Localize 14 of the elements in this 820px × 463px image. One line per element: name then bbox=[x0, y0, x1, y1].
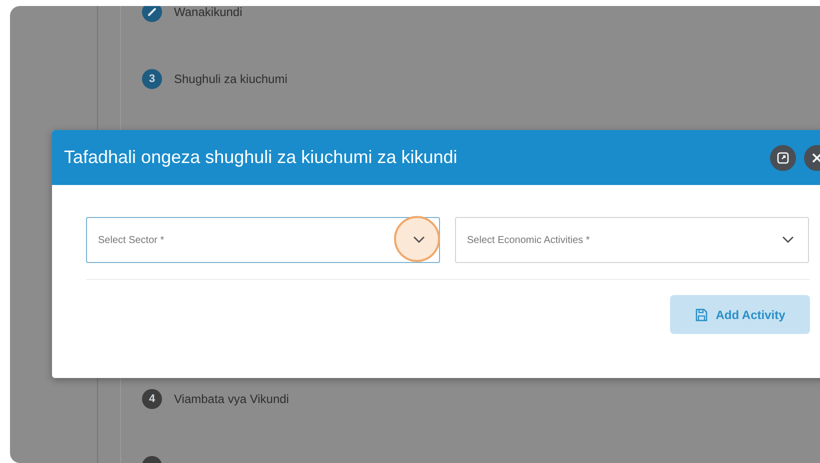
click-indicator bbox=[394, 216, 440, 262]
fullscreen-icon[interactable] bbox=[770, 144, 796, 170]
dialog-title: Tafadhali ongeza shughuli za kiuchumi za kikundi bbox=[64, 147, 458, 168]
step-number: 4 bbox=[142, 389, 162, 409]
add-activity-button[interactable]: Add Activity bbox=[670, 295, 810, 334]
select-field[interactable]: Select Economic Activities * bbox=[455, 217, 809, 263]
save-icon bbox=[694, 308, 708, 322]
step-label[interactable]: Viambata vya Vikundi bbox=[174, 392, 289, 406]
chevron-down-icon bbox=[782, 236, 794, 244]
step-label[interactable]: Wanakikundi bbox=[174, 6, 242, 19]
chevron-down-icon bbox=[413, 236, 425, 244]
step-label[interactable]: Shughuli za kiuchumi bbox=[174, 72, 288, 86]
step-number: 3 bbox=[142, 69, 162, 89]
select-field[interactable]: Select Sector * bbox=[86, 217, 440, 263]
